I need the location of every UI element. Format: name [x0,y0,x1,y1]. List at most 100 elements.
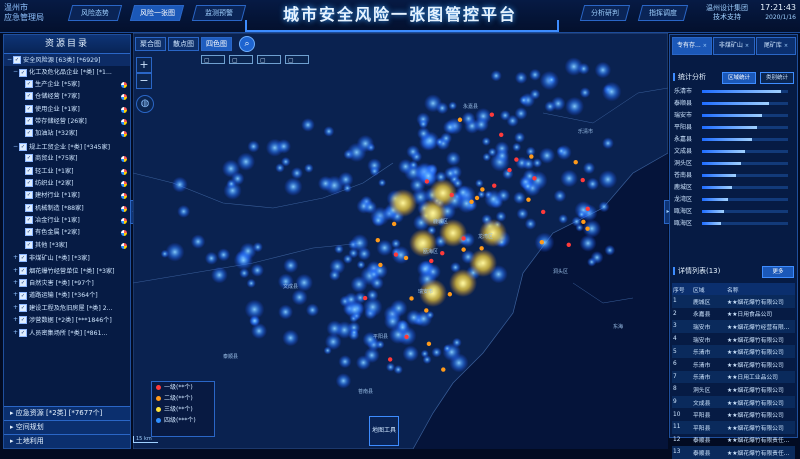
risk-point-marker[interactable] [409,296,414,301]
risk-map[interactable]: 聚合图 散点图 四色图 ⌕ ▢ ▢ ▢ ▢ + − ◍ 永嘉县 乐清市 鹿城区 … [133,33,668,449]
tree-checkbox[interactable]: ✓ [25,240,33,249]
tree-checkbox[interactable]: ✓ [25,129,33,138]
tree-checkbox[interactable]: ✓ [25,104,33,113]
stats-bar-row[interactable]: 苍南县 [674,171,792,181]
tree-checkbox[interactable]: ✓ [19,316,27,325]
risk-point-marker[interactable] [461,247,466,252]
region-stats-button[interactable]: 区域统计 [722,72,756,84]
tree-item[interactable]: ✓ 机械制造 [*88家] [4,203,130,215]
tree-checkbox[interactable]: ✓ [25,191,33,200]
stats-bar-row[interactable]: 瓯海区 [674,219,792,229]
tab-non-coal-mine[interactable]: 非煤矿山 × [713,37,755,55]
filter-select-1[interactable]: ▢ [201,55,225,64]
close-icon[interactable]: × [703,43,707,49]
tree-item[interactable]: ✓ 加油站 [*32家] [4,128,130,140]
table-row[interactable]: 5 乐清市 ★★烟花爆竹有限公司 [672,345,795,358]
risk-point-marker[interactable] [499,132,504,137]
stats-bar-row[interactable]: 鹿城区 [674,183,792,193]
stats-bar-row[interactable]: 文成县 [674,147,792,157]
table-row[interactable]: 3 瑞安市 ★★烟花爆竹经营有限... [672,320,795,333]
bottom-tab-emergency-resources[interactable]: ▸ 应急资源 [*2类] [*7677个] [4,406,130,420]
risk-point-marker[interactable] [492,183,497,188]
risk-point-marker[interactable] [426,341,432,347]
risk-point-marker[interactable] [378,262,383,268]
tree-item[interactable]: ✓ 生产企业 [*5家] [4,79,130,91]
risk-point-marker[interactable] [489,112,495,117]
tree-item[interactable]: ✓ 使用企业 [*1家] [4,104,130,116]
tree-item[interactable]: + ✓ 道路运输 [*类] [*364个] [4,289,130,301]
tree-item[interactable]: − ✓ 化工及危化品企业 [*类] [*1... [4,66,130,78]
table-row[interactable]: 11 平阳县 ★★烟花爆竹有限公司 [672,420,795,434]
tree-item[interactable]: + ✓ 建设工程及危旧房屋 [*类] 2... [4,302,130,314]
filter-select-2[interactable]: ▢ [229,55,253,64]
tree-checkbox[interactable]: ✓ [25,79,33,88]
risk-point-marker[interactable] [566,242,571,247]
stats-bar-row[interactable]: 平阳县 [674,123,792,133]
tree-checkbox[interactable]: ✓ [25,116,33,125]
bottom-tab-spatial-planning[interactable]: ▸ 空间规划 [4,420,130,434]
risk-point-marker[interactable] [580,177,585,183]
tree-item[interactable]: − ✓ 安全风险源 [63类] [*6929] [4,54,130,67]
risk-point-marker[interactable] [529,154,534,159]
detail-more-button[interactable]: 更多 [762,266,794,278]
tree-checkbox[interactable]: ✓ [19,254,27,263]
tree-item[interactable]: − ✓ 规上工贸企业 [*类] [*345家] [4,141,130,153]
tree-checkbox[interactable]: ✓ [19,266,27,275]
stats-bar-row[interactable]: 瑞安市 [674,111,792,121]
tree-item[interactable]: + ✓ 非煤矿山 [*类] [*3家] [4,252,130,264]
tree-checkbox[interactable]: ✓ [25,178,33,187]
risk-point-marker[interactable] [514,157,519,162]
table-row[interactable]: 10 平阳县 ★★烟花爆竹有限公司 [672,408,795,421]
table-row[interactable]: 2 永嘉县 ★★日用食品公司 [672,308,795,321]
stats-bar-row[interactable]: 乐清市 [674,87,792,97]
nav-command-dispatch[interactable]: 指挥调度 [637,5,689,21]
tab-scatter-map[interactable]: 散点图 [168,37,199,51]
nav-analysis[interactable]: 分析研判 [579,5,631,21]
table-row[interactable]: 4 瑞安市 ★★烟花爆竹有限公司 [672,333,795,346]
tree-item[interactable]: + ✓ 自然灾害 [*类] [*97个] [4,277,130,289]
tree-checkbox[interactable]: ✓ [13,56,21,65]
risk-point-marker[interactable] [585,206,590,212]
risk-point-marker[interactable] [507,167,512,173]
tree-item[interactable]: ✓ 仓储经营 [*7家] [4,91,130,103]
tree-checkbox[interactable]: ✓ [19,279,27,288]
stats-bar-row[interactable]: 永嘉县 [674,135,792,145]
table-row[interactable]: 7 乐清市 ★★日用工业品公司 [672,370,795,384]
stats-bar-row[interactable]: 泰顺县 [674,99,792,109]
risk-point-marker[interactable] [540,209,546,215]
stats-bar-row[interactable]: 龙湾区 [674,195,792,205]
tree-item[interactable]: ✓ 建材行业 [*1家] [4,190,130,202]
tree-item[interactable]: + ✓ 涉营数据 [*2类] [***1846个] [4,314,130,326]
tree-checkbox[interactable]: ✓ [19,68,27,77]
close-icon[interactable]: × [745,43,749,49]
tree-item[interactable]: ✓ 带存储经营 [26家] [4,116,130,128]
risk-point-marker[interactable] [440,250,445,256]
risk-point-marker[interactable] [581,219,586,225]
tab-tailings-pond[interactable]: 尾矿库 × [756,37,796,55]
table-row[interactable]: 6 乐清市 ★★烟花爆竹有限公司 [672,358,795,371]
table-row[interactable]: 13 泰顺县 ★★烟花爆竹有限责任... [672,446,795,459]
risk-point-marker[interactable] [539,239,545,245]
stats-bar-row[interactable]: 瓯海区 [674,207,792,217]
tree-item[interactable]: ✓ 其他 [*3家] [4,240,130,252]
table-row[interactable]: 1 鹿城区 ★★烟花爆竹有限公司 [672,295,795,308]
stats-bar-row[interactable]: 洞头区 [674,159,792,169]
tab-special-storage[interactable]: 专有存... × [672,37,712,55]
tree-item[interactable]: ✓ 商贸业 [*75家] [4,153,130,165]
tree-item[interactable]: + ✓ 烟花爆竹经营单位 [*类] [*3家] [4,265,130,277]
risk-point-marker[interactable] [429,258,434,264]
tree-checkbox[interactable]: ✓ [25,92,33,101]
risk-point-marker[interactable] [526,197,531,202]
tree-item[interactable]: ✓ 冶金行业 [*1家] [4,215,130,227]
tree-checkbox[interactable]: ✓ [25,228,33,237]
risk-point-marker[interactable] [424,308,429,313]
tree-item[interactable]: ✓ 轻工业 [*1家] [4,166,130,178]
risk-point-marker[interactable] [585,226,590,231]
risk-point-marker[interactable] [469,199,474,205]
tab-cluster-map[interactable]: 聚合图 [135,37,166,51]
filter-select-4[interactable]: ▢ [285,55,309,64]
map-tools-button[interactable]: 地图工具 [369,416,399,446]
risk-point-marker[interactable] [393,252,399,257]
risk-point-marker[interactable] [532,176,537,181]
risk-point-marker[interactable] [403,255,409,261]
